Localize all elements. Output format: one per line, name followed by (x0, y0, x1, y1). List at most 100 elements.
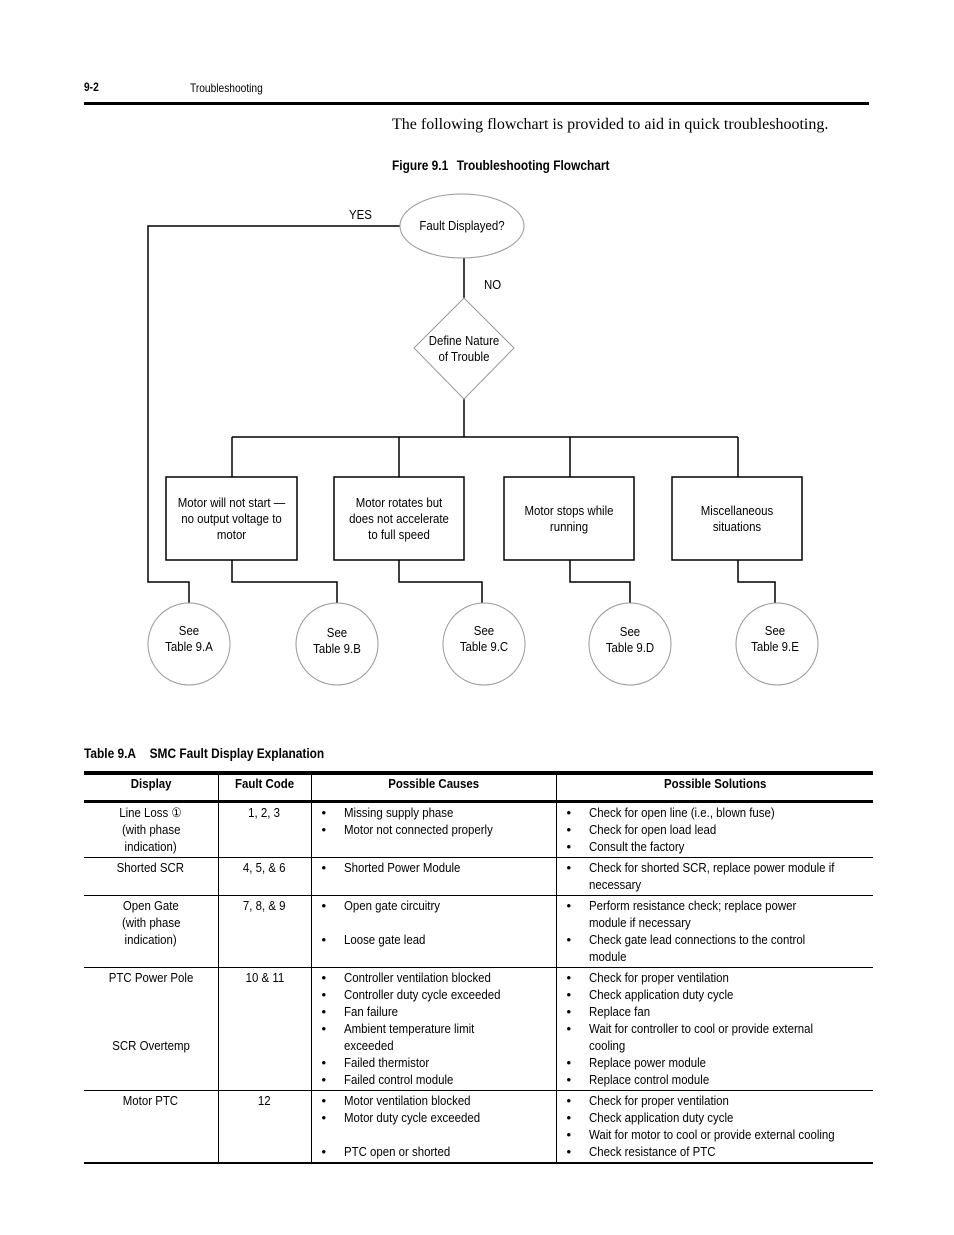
causes-list: Shorted Power Module (316, 859, 552, 876)
reference-label-9d[interactable]: See Table 9.D (597, 622, 662, 658)
cause-item (316, 1126, 552, 1143)
solution-item: Replace fan (561, 1003, 870, 1020)
cell-fault-code: 4, 5, & 6 (217, 857, 311, 896)
cause-item: PTC open or shorted (316, 1143, 552, 1160)
reference-table-link[interactable]: Table 9.D (606, 640, 654, 656)
reference-label-9b[interactable]: See Table 9.B (304, 623, 369, 659)
cell-fault-code: 10 & 11 (217, 967, 311, 1091)
reference-see: See (326, 625, 348, 640)
solution-item: Check for proper ventilation (561, 1092, 870, 1109)
solution-item: Check for shorted SCR, replace power mod… (561, 859, 870, 893)
solution-item: Replace control module (561, 1071, 870, 1088)
causes-list: Controller ventilation blockedController… (316, 969, 552, 1088)
start-node-label: Fault Displayed? (419, 218, 505, 233)
display-line: SCR Overtemp (111, 1038, 190, 1053)
cell-display: Motor PTC (84, 1090, 218, 1164)
cause-item: Ambient temperature limit exceeded (316, 1020, 552, 1054)
display-line: indication) (124, 932, 177, 947)
cell-possible-solutions: Check for proper ventilationCheck applic… (555, 967, 873, 1091)
cell-fault-code: 7, 8, & 9 (217, 895, 311, 968)
display-line (88, 1020, 214, 1037)
reference-table-link[interactable]: Table 9.B (313, 641, 361, 657)
table-header-row: Display Fault Code Possible Causes Possi… (84, 771, 873, 803)
column-header-possible-causes: Possible Causes (310, 771, 556, 803)
column-header-fault-code: Fault Code (217, 771, 311, 803)
ref-connector-e (737, 560, 776, 603)
solution-item: Wait for motor to cool or provide extern… (561, 1126, 870, 1143)
table-row: PTC Power Pole SCR Overtemp10 & 11Contro… (84, 967, 873, 1091)
column-header-possible-solutions: Possible Solutions (555, 771, 873, 803)
fault-display-table: Display Fault Code Possible Causes Possi… (84, 771, 873, 1164)
reference-table-link[interactable]: Table 9.C (460, 639, 508, 655)
solutions-list: Check for open line (i.e., blown fuse)Ch… (561, 804, 870, 855)
solution-item: Replace power module (561, 1054, 870, 1071)
solution-item: Wait for controller to cool or provide e… (561, 1020, 870, 1054)
decision-node-label: Define Nature of Trouble (420, 330, 508, 368)
solution-item: Check for proper ventilation (561, 969, 870, 986)
cell-possible-solutions: Check for proper ventilationCheck applic… (555, 1090, 873, 1164)
column-header-display: Display (84, 771, 218, 803)
solution-item: Check application duty cycle (561, 1109, 870, 1126)
solution-item: Check gate lead connections to the contr… (561, 931, 870, 965)
reference-table-link[interactable]: Table 9.A (165, 639, 213, 655)
solution-item: Check application duty cycle (561, 986, 870, 1003)
cell-possible-causes: Open gate circuitry Loose gate lead (310, 895, 556, 968)
table-row: Line Loss ① (with phase indication) 1, 2, 3… (84, 801, 873, 858)
display-line: Line Loss ① (119, 805, 182, 820)
table-title: SMC Fault Display Explanation (149, 745, 325, 761)
solution-item: Consult the factory (561, 838, 870, 855)
cause-item: Loose gate lead (316, 931, 552, 948)
solutions-list: Check for shorted SCR, replace power mod… (561, 859, 870, 893)
cell-possible-causes: Shorted Power Module (310, 857, 556, 896)
solution-item: Check for open line (i.e., blown fuse) (561, 804, 870, 821)
cause-item: Motor duty cycle exceeded (316, 1109, 552, 1126)
category-label-3: Motor stops while running (524, 502, 614, 534)
solutions-list: Check for proper ventilationCheck applic… (561, 1092, 870, 1160)
cause-item: Failed thermistor (316, 1054, 552, 1071)
cause-item: Controller ventilation blocked (316, 969, 552, 986)
solutions-list: Perform resistance check; replace power … (561, 897, 870, 965)
reference-label-9a[interactable]: See Table 9.A (156, 621, 221, 657)
table-row: Open Gate (with phase indication) 7, 8, & 9… (84, 895, 873, 968)
reference-table-link[interactable]: Table 9.E (751, 639, 799, 655)
table-row: Motor PTC12Motor ventilation blockedMoto… (84, 1090, 873, 1164)
display-line: indication) (124, 839, 177, 854)
reference-label-9c[interactable]: See Table 9.C (451, 621, 516, 657)
ref-connector-b (231, 560, 338, 603)
display-line: Shorted SCR (117, 860, 185, 875)
ref-connector-d (569, 560, 631, 603)
cause-item: Missing supply phase (316, 804, 552, 821)
table-row: Shorted SCR 4, 5, & 6 Shorted Power Module… (84, 857, 873, 896)
cause-item (316, 914, 552, 931)
solution-item: Perform resistance check; replace power … (561, 897, 870, 931)
display-line: (with phase (121, 822, 180, 837)
table-body: Line Loss ① (with phase indication) 1, 2, 3… (84, 801, 873, 1164)
category-label-4: Miscellaneous situations (700, 502, 774, 534)
cause-item: Controller duty cycle exceeded (316, 986, 552, 1003)
solution-item: Check for open load lead (561, 821, 870, 838)
display-line: PTC Power Pole (108, 970, 194, 985)
no-label: NO (484, 277, 502, 292)
solutions-list: Check for proper ventilationCheck applic… (561, 969, 870, 1088)
reference-see: See (619, 624, 641, 639)
cell-possible-solutions: Check for shorted SCR, replace power mod… (555, 857, 873, 896)
table-number: Table 9.A (84, 745, 137, 761)
yes-label: YES (349, 207, 372, 222)
display-line: Motor PTC (123, 1093, 179, 1108)
cell-possible-solutions: Perform resistance check; replace power … (555, 895, 873, 968)
reference-see: See (764, 623, 786, 638)
display-line (88, 986, 214, 1003)
ref-connector-c (398, 560, 483, 603)
causes-list: Missing supply phaseMotor not connected … (316, 804, 552, 838)
cell-possible-causes: Controller ventilation blockedController… (310, 967, 556, 1091)
causes-list: Open gate circuitry Loose gate lead (316, 897, 552, 948)
cause-item: Failed control module (316, 1071, 552, 1088)
cell-display: Line Loss ① (with phase indication) (84, 801, 218, 858)
decision-line-1: Define Nature (428, 333, 500, 348)
solution-item: Check resistance of PTC (561, 1143, 870, 1160)
table-caption: Table 9.A SMC Fault Display Explanation (84, 745, 324, 761)
causes-list: Motor ventilation blockedMotor duty cycl… (316, 1092, 552, 1160)
reference-label-9e[interactable]: See Table 9.E (742, 621, 807, 657)
display-line (88, 1003, 214, 1020)
cell-display: Shorted SCR (84, 857, 218, 896)
